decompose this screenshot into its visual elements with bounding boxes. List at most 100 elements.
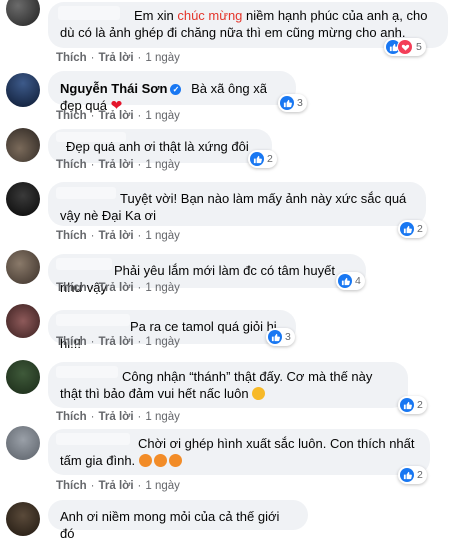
laughing-emoji-icon [252,387,266,400]
comment-text: Anh ơi niềm mong mỏi của cả thế giới đó [60,509,280,541]
redacted-name [58,6,120,20]
reaction-count: 2 [417,469,423,481]
like-button[interactable]: Thích [56,282,87,294]
avatar[interactable] [6,128,40,162]
redacted-name [56,258,112,270]
reaction-summary[interactable]: 5 [384,38,426,56]
like-button[interactable]: Thích [56,230,87,242]
reply-button[interactable]: Trả lời [99,110,134,122]
avatar[interactable] [6,360,40,394]
redacted-name [56,433,130,445]
comment-bubble: Chời ơi ghép hình xuất sắc luôn. Con thí… [48,429,430,475]
avatar[interactable] [6,304,40,338]
separator: · [90,230,95,242]
reaction-summary[interactable]: 2 [398,396,427,414]
separator: · [137,230,142,242]
reaction-summary[interactable]: 2 [248,150,277,168]
separator: · [90,282,95,294]
comment: Pa ra ce tamol quá giỏi hi hi!!! 3 Thích… [0,300,462,356]
comment-bubble: Đẹp quá anh ơi thật là xứng đôi [48,129,272,163]
separator: · [137,159,142,171]
reply-button[interactable]: Trả lời [99,159,134,171]
like-reaction-icon [250,152,264,166]
love-reaction-icon [397,39,413,55]
like-button[interactable]: Thích [56,159,87,171]
avatar[interactable] [6,502,40,536]
avatar[interactable] [6,250,40,284]
reaction-count: 3 [297,97,303,109]
comment-actions: Thích · Trả lời · 1 ngày [56,282,180,294]
comment-bubble: Nguyễn Thái Sơn ✓ Bà xã ông xã đẹp quá ❤ [48,71,296,113]
timestamp[interactable]: 1 ngày [145,480,180,492]
reaction-count: 2 [267,153,273,165]
separator: · [137,282,142,294]
redacted-name [56,187,116,199]
timestamp[interactable]: 1 ngày [145,110,180,122]
like-reaction-icon [400,468,414,482]
like-reaction-icon [400,398,414,412]
separator: · [90,159,95,171]
separator: · [90,336,95,348]
comment: Phải yêu lắm mới làm đc có tâm huyết như… [0,244,462,300]
comment: Anh ơi niềm mong mỏi của cả thế giới đó [0,494,462,541]
timestamp[interactable]: 1 ngày [145,52,180,64]
like-button[interactable]: Thích [56,480,87,492]
reaction-summary[interactable]: 3 [266,328,295,346]
reaction-count: 2 [417,399,423,411]
redacted-name [56,366,118,378]
reaction-summary[interactable]: 2 [398,466,427,484]
reply-button[interactable]: Trả lời [99,480,134,492]
heart-eyes-emoji-icon [168,454,182,467]
separator: · [90,480,95,492]
comment: Đẹp quá anh ơi thật là xứng đôi 2 Thích ·… [0,124,462,176]
comment-actions: Thích · Trả lời · 1 ngày [56,230,180,242]
comment-bubble: Công nhận “thánh” thật đấy. Cơ mà thế nà… [48,362,408,408]
avatar[interactable] [6,426,40,460]
reaction-summary[interactable]: 2 [398,220,427,238]
separator: · [137,336,142,348]
redacted-name [56,314,130,326]
timestamp[interactable]: 1 ngày [145,411,180,423]
timestamp[interactable]: 1 ngày [145,282,180,294]
comment-actions: Thích · Trả lời · 1 ngày [56,411,180,423]
like-button[interactable]: Thích [56,336,87,348]
reply-button[interactable]: Trả lời [99,336,134,348]
comment-actions: Thích · Trả lời · 1 ngày [56,159,180,171]
reaction-count: 3 [285,331,291,343]
reply-button[interactable]: Trả lời [99,230,134,242]
verified-badge-icon: ✓ [170,84,182,95]
comment: Nguyễn Thái Sơn ✓ Bà xã ông xã đẹp quá ❤ … [0,68,462,124]
separator: · [90,52,95,64]
timestamp[interactable]: 1 ngày [145,336,180,348]
separator: · [137,411,142,423]
avatar[interactable] [6,73,40,107]
reaction-count: 4 [355,275,361,287]
separator: · [137,110,142,122]
like-reaction-icon [280,96,294,110]
like-reaction-icon [338,274,352,288]
comment: Chời ơi ghép hình xuất sắc luôn. Con thí… [0,426,462,502]
reaction-count: 5 [416,41,422,53]
comment-bubble: Tuyệt vời! Bạn nào làm mấy ảnh này xức s… [48,182,426,226]
timestamp[interactable]: 1 ngày [145,230,180,242]
avatar[interactable] [6,182,40,216]
like-button[interactable]: Thích [56,411,87,423]
reply-button[interactable]: Trả lời [99,282,134,294]
heart-eyes-emoji-icon [153,454,167,467]
reply-button[interactable]: Trả lời [99,52,134,64]
comment-actions: Thích · Trả lời · 1 ngày [56,480,180,492]
like-button[interactable]: Thích [56,110,87,122]
comment-actions: Thích · Trả lời · 1 ngày [56,336,180,348]
separator: · [137,480,142,492]
avatar[interactable] [6,0,40,26]
reaction-summary[interactable]: 3 [278,94,307,112]
timestamp[interactable]: 1 ngày [145,159,180,171]
comment-actions: Thích · Trả lời · 1 ngày [56,110,180,122]
comment: Tuyệt vời! Bạn nào làm mấy ảnh này xức s… [0,176,462,244]
comment-bubble: Anh ơi niềm mong mỏi của cả thế giới đó [48,500,308,541]
reply-button[interactable]: Trả lời [99,411,134,423]
comment-author[interactable]: Nguyễn Thái Sơn ✓ [60,81,182,96]
reaction-summary[interactable]: 4 [336,272,365,290]
redacted-name [56,132,126,142]
like-button[interactable]: Thích [56,52,87,64]
